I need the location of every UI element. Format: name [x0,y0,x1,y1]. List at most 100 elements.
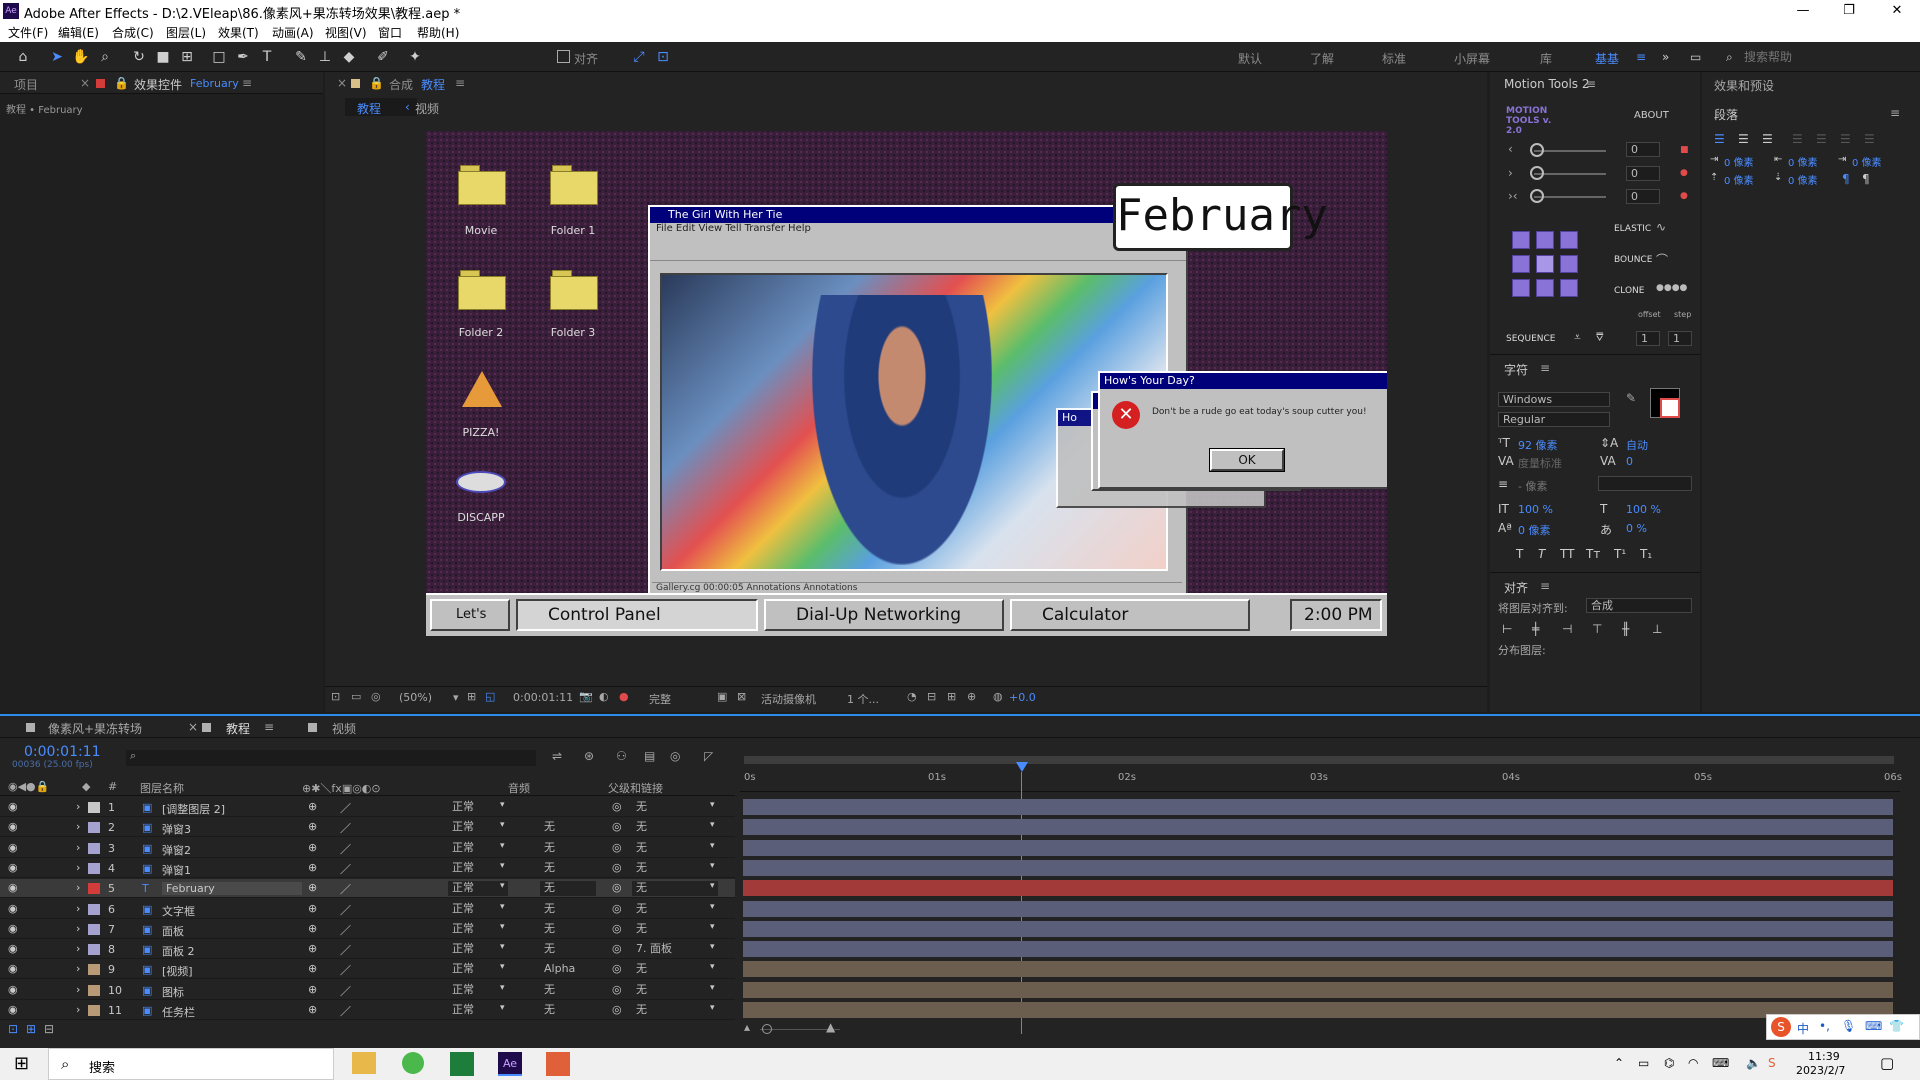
panel-menu-icon[interactable]: ≡ [455,76,465,90]
about-button[interactable]: ABOUT [1634,110,1669,121]
track-matte-select[interactable] [540,800,596,815]
taskbar-control-panel[interactable]: Control Panel [516,599,758,631]
shy-switch-icon[interactable]: ⊕ [308,902,317,915]
quality-switch-icon[interactable]: ／ [340,1003,351,1019]
shy-switch-icon[interactable]: ⊕ [308,942,317,955]
quality-switch-icon[interactable]: ／ [340,922,351,938]
file-explorer-icon[interactable] [352,1052,376,1074]
stroke-width-value[interactable]: - 像素 [1518,478,1547,494]
pickwhip-icon[interactable]: ◎ [612,962,622,975]
slider-2-value[interactable]: 0 [1626,166,1660,181]
type-tool-icon[interactable]: T [258,48,276,66]
taskbar-time[interactable]: 11:39 [1808,1050,1840,1063]
tab-effects-presets[interactable]: 效果和预设 [1714,77,1774,94]
pan-behind-tool-icon[interactable]: ⊞ [178,48,196,66]
panel-menu-icon[interactable]: ≡ [1540,579,1550,593]
chevron-down-icon[interactable]: ▾ [710,1003,715,1013]
superscript-button[interactable]: T¹ [1614,547,1626,561]
parent-select[interactable]: 无 [632,800,718,815]
visibility-eye-icon[interactable]: ◉ [8,983,18,996]
layer-label-swatch[interactable] [88,944,100,956]
layer-row[interactable]: ◉ › 11 ▣ 任务栏 ⊕ ／正常 ▾ 无 ◎ 无 ▾ [0,1001,735,1020]
shy-switch-icon[interactable]: ⊕ [308,861,317,874]
leading-value[interactable]: 自动 [1626,437,1648,453]
parent-select[interactable]: 无 [632,982,718,998]
pen-tool-icon[interactable]: ✒ [234,48,252,66]
toggle-modes-icon[interactable]: ⊞ [26,1022,36,1036]
draft-3d-icon[interactable]: ⊛ [584,749,594,763]
subtab-tutorial[interactable]: 教程 [357,100,381,117]
close-button[interactable]: ✕ [1874,0,1920,22]
faux-bold-button[interactable]: T [1516,547,1523,561]
layer-duration-bar[interactable] [743,941,1893,958]
parent-select[interactable]: 无 [632,820,718,836]
taskbar-date[interactable]: 2023/2/7 [1796,1064,1845,1077]
layer-label-swatch[interactable] [88,1005,100,1016]
fast-preview-icon[interactable]: ⊟ [927,690,936,703]
resolution-select[interactable]: 完整 [649,691,671,707]
toggle-render-time-icon[interactable]: ⊟ [44,1022,54,1036]
anchor-grid-button[interactable] [1560,279,1578,297]
vertical-scale-value[interactable]: 100 % [1518,503,1553,516]
mask-icon[interactable]: ◎ [371,690,381,703]
after-effects-icon[interactable]: Ae [498,1052,522,1076]
font-style-select[interactable]: Regular [1498,412,1610,427]
menu-composition[interactable]: 合成(C) [112,24,154,41]
visibility-eye-icon[interactable]: ◉ [8,922,18,935]
taskbar-search-box[interactable]: ⌕ 搜索 [48,1048,334,1080]
menu-effect[interactable]: 效果(T) [218,24,259,41]
shy-switch-icon[interactable]: ⊕ [308,1003,317,1016]
track-matte-select[interactable]: 无 [540,1003,596,1018]
visibility-eye-icon[interactable]: ◉ [8,800,18,813]
blend-mode-select[interactable]: 正常 [448,800,508,815]
chevron-down-icon[interactable]: ▾ [710,942,715,952]
blend-mode-select[interactable]: 正常 [448,901,508,917]
ime-punct-icon[interactable]: •, [1819,1019,1830,1033]
tray-chevron-icon[interactable]: ⌃ [1614,1056,1624,1070]
shy-switch-icon[interactable]: ⊕ [308,800,317,813]
justify-last-left-icon[interactable]: ☰ [1792,132,1803,146]
track-matte-select[interactable]: 无 [540,840,596,856]
track-matte-select[interactable]: 无 [540,921,596,937]
slider-1-value[interactable]: 0 [1626,142,1660,157]
chevron-down-icon[interactable]: ▾ [500,922,505,932]
reset-dot-icon[interactable]: ■ [1680,145,1689,155]
faux-italic-button[interactable]: T [1538,547,1545,561]
space-after-value[interactable]: 0 像素 [1788,172,1818,187]
sequence-right-icon[interactable]: ⩢ [1596,330,1603,345]
visibility-eye-icon[interactable]: ◉ [8,861,18,874]
layer-label-swatch[interactable] [88,964,100,976]
expand-layer-icon[interactable]: › [76,942,80,955]
anchor-grid-button[interactable] [1536,255,1554,273]
expand-layer-icon[interactable]: › [76,861,80,874]
comp-mini-flowchart-icon[interactable]: ⇌ [552,749,562,763]
timeline-tab-pixel[interactable]: 像素风+果冻转场 [48,720,142,737]
ime-skin-icon[interactable]: 👕 [1889,1019,1904,1033]
layer-label-swatch[interactable] [88,923,100,935]
small-caps-button[interactable]: Tт [1586,547,1600,561]
roi-icon[interactable]: ▣ [717,690,727,703]
comp-viewer[interactable]: Movie Folder 1 Folder 2 Folder 3 PIZZA! … [426,131,1387,636]
exposure-value[interactable]: +0.0 [1009,691,1036,704]
elastic-button[interactable]: ELASTIC [1614,224,1651,234]
layer-name[interactable]: [调整图层 2] [162,801,225,817]
clone-button[interactable]: CLONE [1614,286,1644,296]
font-size-value[interactable]: 92 像素 [1518,437,1558,453]
zoom-out-icon[interactable]: ▴ [744,1020,750,1034]
selection-tool-icon[interactable]: ➤ [48,48,66,66]
reset-exposure-icon[interactable]: ◔ [907,690,917,703]
menu-window[interactable]: 窗口 [378,24,402,41]
home-icon[interactable]: ⌂ [14,48,32,66]
parent-select[interactable]: 无 [632,860,718,876]
layer-row[interactable]: ◉ › 5 T February ⊕ ／正常 ▾ 无 ◎ 无 ▾ [0,879,735,899]
timeline-tab-video[interactable]: 视频 [332,720,356,737]
chevron-down-icon[interactable]: ▾ [500,800,505,810]
menu-help[interactable]: 帮助(H) [417,24,459,41]
visibility-eye-icon[interactable]: ◉ [8,902,18,915]
expand-layer-icon[interactable]: › [76,1003,80,1016]
minimize-button[interactable]: — [1780,0,1826,22]
visibility-eye-icon[interactable]: ◉ [8,881,18,894]
workspace-libraries[interactable]: 库 [1540,50,1552,67]
browser-icon[interactable] [402,1052,424,1074]
ime-mic-icon[interactable]: 🎙 [1841,1019,1856,1033]
